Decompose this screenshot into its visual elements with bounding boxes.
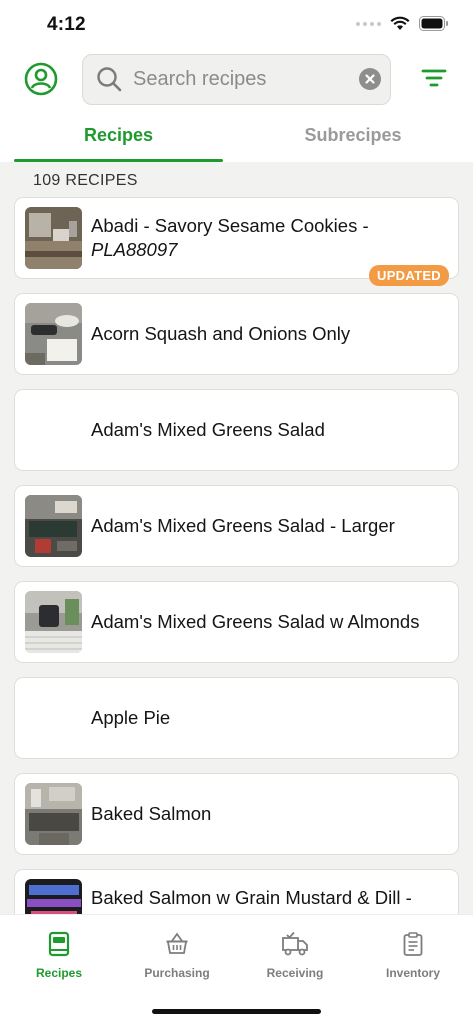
truck-icon [282, 931, 308, 956]
recipe-card[interactable]: Apple Pie [14, 677, 459, 759]
recipe-title: Adam's Mixed Greens Salad [91, 419, 325, 440]
person-circle-icon [24, 62, 58, 96]
recipe-thumbnail [25, 783, 82, 845]
recipe-thumbnail [25, 591, 82, 653]
nav-recipes-label: Recipes [35, 966, 83, 980]
updated-badge: UPDATED [369, 265, 449, 286]
header [0, 48, 473, 114]
home-indicator [152, 1009, 321, 1014]
nav-receiving[interactable]: Receiving [236, 931, 354, 980]
clipboard-icon [403, 932, 423, 956]
status-bar: 4:12 [0, 0, 473, 48]
recipe-title: Apple Pie [91, 707, 171, 728]
tab-recipes[interactable]: Recipes [14, 114, 223, 162]
recipe-card[interactable]: Baked Salmon w Grain Mustard & Dill - [14, 869, 459, 914]
recipe-card[interactable]: Baked Salmon [14, 773, 459, 855]
nav-receiving-label: Receiving [266, 966, 324, 980]
recipe-count: 109 RECIPES [33, 172, 138, 189]
nav-inventory[interactable]: Inventory [354, 931, 472, 980]
book-icon [48, 931, 70, 957]
battery-icon [419, 16, 448, 31]
recipe-thumbnail [25, 879, 82, 914]
recipe-list[interactable]: 109 RECIPES Abadi - Savory Sesame Cookie… [0, 162, 473, 914]
recipe-title: Baked Salmon w Grain Mustard & Dill - [91, 887, 412, 908]
recipe-card[interactable]: Adam's Mixed Greens Salad w Almonds [14, 581, 459, 663]
search-box[interactable] [82, 54, 391, 105]
search-icon [97, 67, 122, 92]
recipe-title: Acorn Squash and Onions Only [91, 323, 351, 344]
tab-bar: Recipes Subrecipes [0, 114, 473, 162]
tab-subrecipes-label: Subrecipes [304, 125, 402, 145]
recipe-title: Adam's Mixed Greens Salad w Almonds [91, 611, 420, 632]
filter-icon [421, 69, 447, 87]
signal-icon [356, 21, 381, 26]
nav-recipes[interactable]: Recipes [0, 931, 118, 980]
clear-search-button[interactable] [359, 68, 381, 90]
recipe-code: PLA88097 [91, 239, 178, 260]
profile-button[interactable] [24, 62, 58, 96]
recipe-thumbnail [25, 207, 82, 269]
search-input[interactable] [133, 55, 353, 104]
recipe-thumbnail [25, 495, 82, 557]
bottom-nav: Recipes Purchasing Receiving Inventory [0, 914, 473, 1024]
recipe-card[interactable]: Adam's Mixed Greens Salad [14, 389, 459, 471]
recipe-thumbnail [25, 303, 82, 365]
nav-purchasing[interactable]: Purchasing [118, 931, 236, 980]
filter-button[interactable] [421, 66, 447, 90]
close-icon [365, 74, 375, 84]
status-icons [356, 16, 449, 31]
nav-inventory-label: Inventory [385, 966, 440, 980]
recipe-card[interactable]: Adam's Mixed Greens Salad - Larger [14, 485, 459, 567]
nav-purchasing-label: Purchasing [144, 966, 210, 980]
wifi-icon [390, 16, 410, 30]
recipe-title: Adam's Mixed Greens Salad - Larger [91, 515, 395, 536]
recipe-card[interactable]: Abadi - Savory Sesame Cookies - PLA88097 … [14, 197, 459, 286]
tab-subrecipes[interactable]: Subrecipes [247, 114, 459, 162]
basket-icon [166, 932, 188, 954]
recipe-card[interactable]: Acorn Squash and Onions Only [14, 293, 459, 375]
recipe-title: Baked Salmon [91, 803, 212, 824]
tab-recipes-label: Recipes [83, 125, 154, 145]
status-time: 4:12 [47, 14, 86, 35]
